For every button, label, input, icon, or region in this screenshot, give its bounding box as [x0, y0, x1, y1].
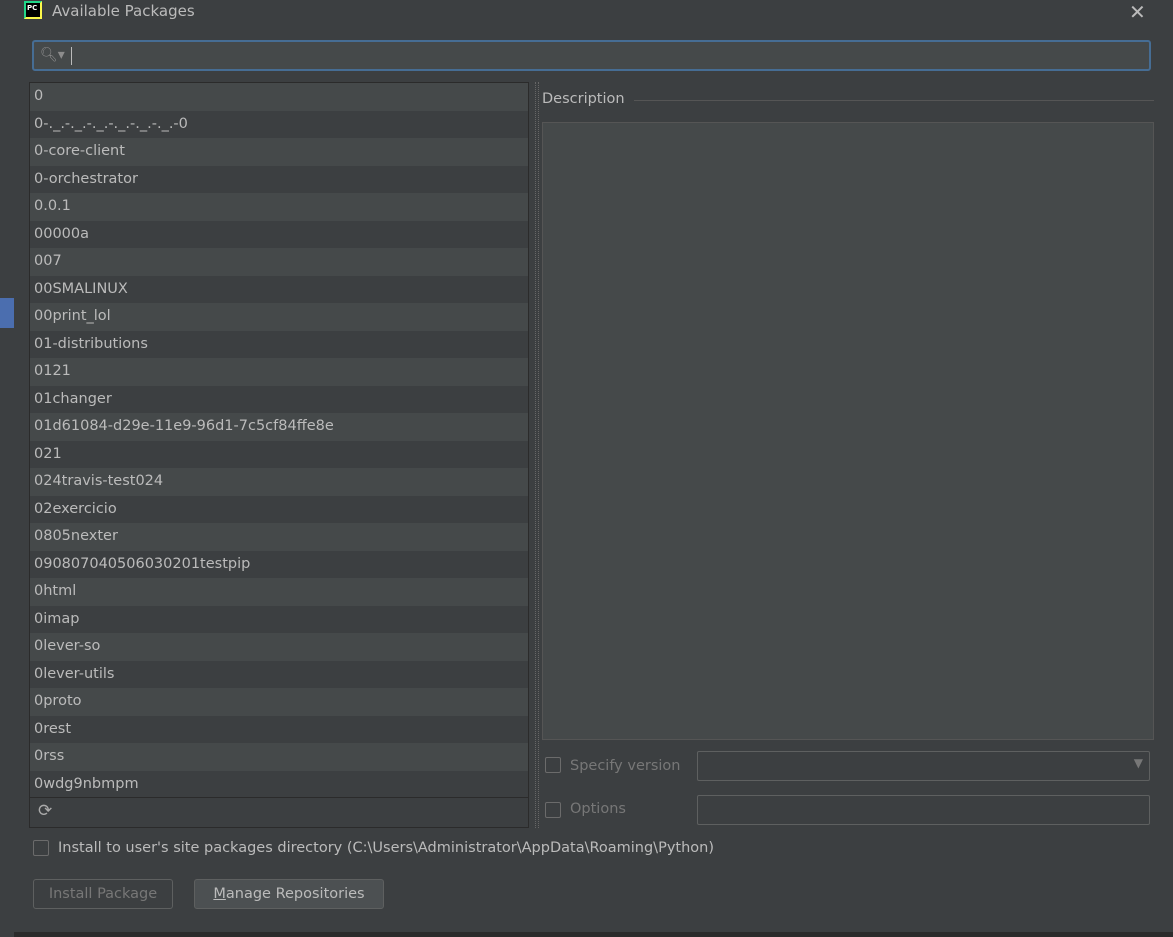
package-list-item[interactable]: 02exercicio: [30, 496, 528, 524]
package-list-item[interactable]: 0imap: [30, 606, 528, 634]
dialog-title: Available Packages: [52, 2, 195, 20]
package-list-item[interactable]: 021: [30, 441, 528, 469]
install-user-checkbox[interactable]: [33, 840, 49, 856]
package-list-item[interactable]: 0lever-utils: [30, 661, 528, 689]
package-list-item[interactable]: 0121: [30, 358, 528, 386]
package-list-item[interactable]: 0805nexter: [30, 523, 528, 551]
package-list-item[interactable]: 01d61084-d29e-11e9-96d1-7c5cf84ffe8e: [30, 413, 528, 441]
package-list-item[interactable]: 0rss: [30, 743, 528, 771]
package-list-item[interactable]: 0html: [30, 578, 528, 606]
chevron-down-icon: ▼: [1133, 756, 1143, 770]
splitter-handle[interactable]: [535, 82, 539, 828]
manage-repositories-button[interactable]: Manage Repositories: [194, 879, 384, 909]
refresh-button[interactable]: ⟳: [30, 797, 528, 827]
package-list-item[interactable]: 0-._.-._.-._.-._.-._.-._.-0: [30, 111, 528, 139]
ide-background-strip: [0, 0, 14, 937]
package-list-item[interactable]: 0wdg9nbmpm: [30, 771, 528, 799]
button-label: anage Repositories: [225, 886, 365, 902]
close-icon[interactable]: ✕: [1129, 0, 1146, 24]
specify-version-label: Specify version: [570, 758, 681, 774]
package-list-item[interactable]: 00000a: [30, 221, 528, 249]
package-list-item[interactable]: 024travis-test024: [30, 468, 528, 496]
search-input[interactable]: 🔍︎▾: [32, 40, 1151, 71]
options-label: Options: [570, 801, 626, 817]
ide-selected-item: [0, 298, 14, 328]
package-list-item[interactable]: 01-distributions: [30, 331, 528, 359]
package-list-item[interactable]: 090807040506030201testpip: [30, 551, 528, 579]
package-list-item[interactable]: 0rest: [30, 716, 528, 744]
mnemonic: M: [213, 886, 226, 902]
package-list-item[interactable]: 0lever-so: [30, 633, 528, 661]
package-list[interactable]: 0 0-._.-._.-._.-._.-._.-._.-0 0-core-clien…: [29, 82, 529, 828]
install-user-label: Install to user's site packages director…: [58, 840, 714, 856]
install-package-button[interactable]: Install Package: [33, 879, 173, 909]
pycharm-logo-icon: PC: [24, 1, 42, 19]
package-list-item[interactable]: 0-core-client: [30, 138, 528, 166]
description-divider: [634, 100, 1154, 101]
description-panel: [542, 122, 1154, 740]
version-select[interactable]: ▼: [697, 751, 1150, 781]
package-list-item[interactable]: 0: [30, 83, 528, 111]
package-list-item[interactable]: 007: [30, 248, 528, 276]
options-input[interactable]: [697, 795, 1150, 825]
description-label: Description: [542, 91, 625, 107]
package-list-item[interactable]: 01changer: [30, 386, 528, 414]
text-caret: [71, 47, 72, 65]
package-list-item[interactable]: 0proto: [30, 688, 528, 716]
refresh-icon: ⟳: [38, 801, 53, 821]
search-icon[interactable]: 🔍︎▾: [40, 47, 65, 63]
available-packages-dialog: PC Available Packages ✕ 🔍︎▾ 0 0-._.-._.-.…: [14, 0, 1173, 932]
package-list-item[interactable]: 00SMALINUX: [30, 276, 528, 304]
package-list-item[interactable]: 0-orchestrator: [30, 166, 528, 194]
specify-version-checkbox[interactable]: [545, 757, 561, 773]
package-list-item[interactable]: 0.0.1: [30, 193, 528, 221]
package-list-item[interactable]: 00print_lol: [30, 303, 528, 331]
options-checkbox[interactable]: [545, 802, 561, 818]
